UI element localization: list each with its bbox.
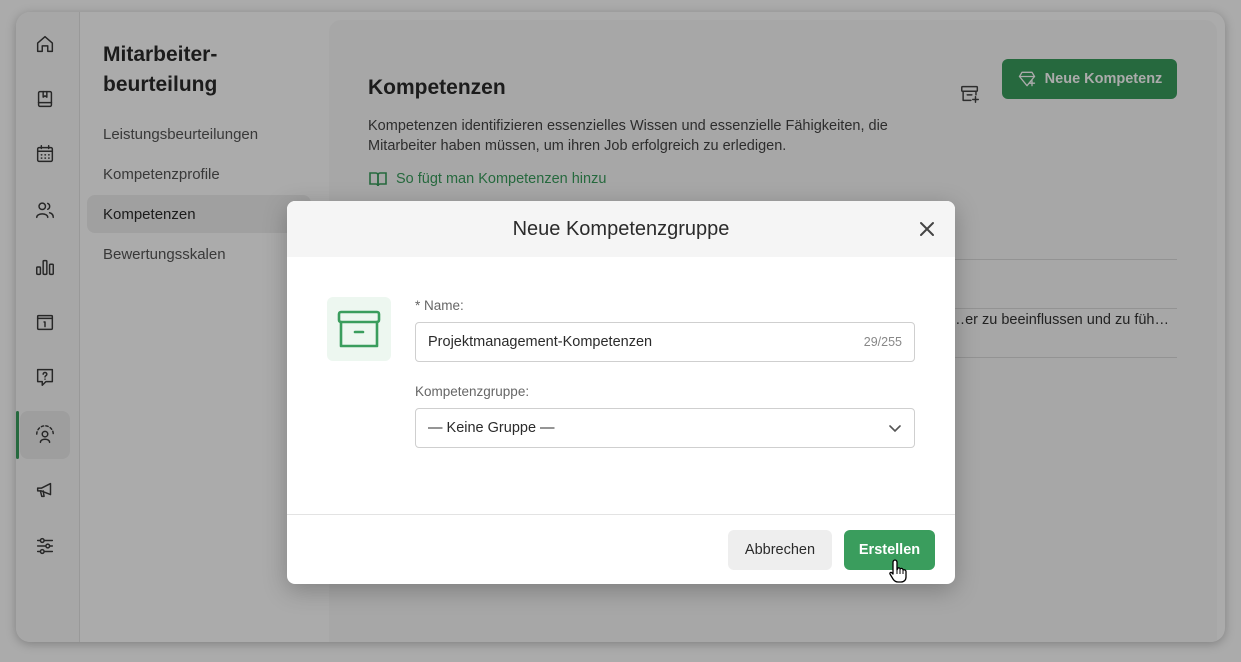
new-group-dialog: Neue Kompetenzgruppe * Name: Projektmana…: [287, 201, 955, 584]
cancel-label: Abbrechen: [744, 542, 816, 558]
name-value: Projektmanagement-Kompetenzen: [428, 334, 653, 350]
group-selected-value: — Keine Gruppe —: [428, 420, 555, 436]
character-counter: 29/255: [863, 335, 902, 349]
chevron-down-icon: [888, 421, 902, 435]
name-input[interactable]: Projektmanagement-Kompetenzen 29/255: [415, 322, 915, 362]
create-label: Erstellen: [858, 542, 921, 558]
archive-box-icon: [327, 297, 391, 361]
close-button[interactable]: [915, 217, 939, 241]
name-label: * Name:: [415, 298, 464, 313]
group-select[interactable]: — Keine Gruppe —: [415, 408, 915, 448]
group-label: Kompetenzgruppe:: [415, 384, 530, 399]
dialog-title: Neue Kompetenzgruppe: [512, 217, 730, 240]
cancel-button[interactable]: Abbrechen: [728, 530, 832, 570]
dialog-header: Neue Kompetenzgruppe: [287, 201, 955, 257]
footer-divider: [287, 514, 955, 515]
close-icon: [920, 222, 934, 236]
hand-cursor-icon: [889, 559, 907, 583]
